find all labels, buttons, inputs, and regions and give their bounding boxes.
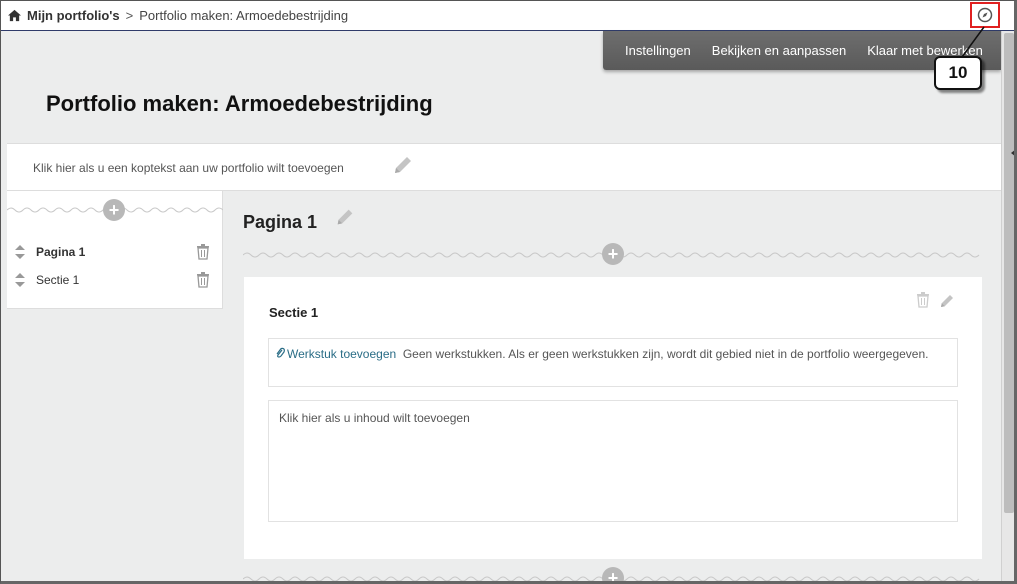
plus-icon: + [607,568,619,584]
scroll-thumb[interactable] [1004,33,1014,513]
breadcrumb: Mijn portfolio's > Portfolio maken: Armo… [1,1,1014,31]
section-tools [916,292,956,310]
section-card: Sectie 1 Werkstuk toevoegen Geen werkstu… [244,277,982,559]
compass-icon [977,7,993,23]
pencil-icon[interactable] [938,292,956,310]
add-page-button[interactable]: + [103,199,125,221]
view-edit-button[interactable]: Bekijken en aanpassen [712,43,846,58]
pencil-icon[interactable] [334,206,356,228]
trash-icon[interactable] [916,292,930,308]
add-section-button-bottom[interactable]: + [602,567,624,584]
sidebar-item-label: Sectie 1 [36,273,80,287]
section-title: Sectie 1 [269,305,319,320]
reorder-icon[interactable] [15,245,25,259]
add-artifact-link[interactable]: Werkstuk toevoegen [275,347,396,361]
no-artifacts-text: Geen werkstukken. Als er geen werkstukke… [402,347,929,361]
artifact-area: Werkstuk toevoegen Geen werkstukken. Als… [268,338,958,387]
plus-icon: + [607,244,619,264]
page-title: Pagina 1 [243,212,318,232]
trash-icon[interactable] [196,244,210,260]
content-placeholder[interactable]: Klik hier als u inhoud wilt toevoegen [279,411,470,425]
trash-icon[interactable] [196,272,210,288]
sidebar: + Pagina 1 Sectie 1 [7,191,223,309]
add-artifact-label[interactable]: Werkstuk toevoegen [287,347,396,361]
sidebar-item-label: Pagina 1 [36,245,86,259]
reorder-icon[interactable] [15,273,25,287]
app-window: Mijn portfolio's > Portfolio maken: Armo… [0,0,1017,584]
header-placeholder[interactable]: Klik hier als u een koptekst aan uw port… [33,161,344,175]
breadcrumb-current: Portfolio maken: Armoedebestrijding [139,8,349,23]
pencil-icon[interactable] [391,153,415,177]
sidebar-item-sectie-1[interactable]: Sectie 1 [15,270,215,290]
compass-button[interactable] [970,2,1000,28]
add-section-button[interactable]: + [602,243,624,265]
portfolio-header-area[interactable]: Klik hier als u een koptekst aan uw port… [7,143,1001,191]
breadcrumb-home-link[interactable]: Mijn portfolio's [27,8,120,23]
plus-icon: + [108,200,120,220]
breadcrumb-separator: > [125,8,134,23]
paperclip-icon [276,347,285,358]
home-icon[interactable] [7,9,22,22]
callout-pointer [961,26,985,58]
settings-button[interactable]: Instellingen [625,43,691,58]
vertical-scrollbar[interactable] [1001,31,1014,581]
callout-badge: 10 [934,56,982,90]
collapse-arrow-icon[interactable] [1011,149,1014,157]
portfolio-title: Portfolio maken: Armoedebestrijding [46,91,433,116]
sidebar-item-pagina-1[interactable]: Pagina 1 [15,242,215,262]
content-area[interactable]: Klik hier als u inhoud wilt toevoegen [268,400,958,522]
